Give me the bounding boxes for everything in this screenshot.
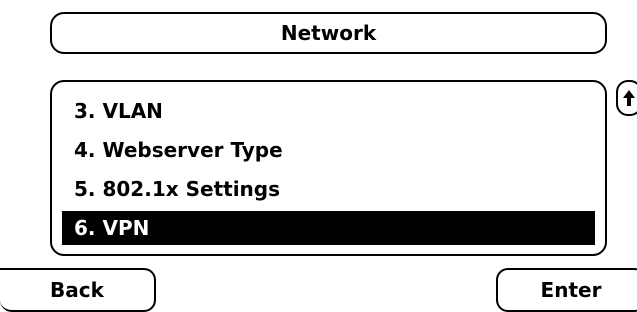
menu-item-label: 5. 802.1x Settings xyxy=(74,177,281,201)
menu-item-label: 3. VLAN xyxy=(74,99,163,123)
arrow-up-icon xyxy=(623,90,635,106)
back-button[interactable]: Back xyxy=(0,268,156,312)
menu-list: 3. VLAN 4. Webserver Type 5. 802.1x Sett… xyxy=(50,80,607,256)
menu-item-8021x-settings[interactable]: 5. 802.1x Settings xyxy=(62,172,595,206)
back-button-label: Back xyxy=(50,278,104,302)
screen-title: Network xyxy=(280,21,377,45)
menu-item-webserver-type[interactable]: 4. Webserver Type xyxy=(62,133,595,167)
menu-item-label: 4. Webserver Type xyxy=(74,138,283,162)
screen-title-box: Network xyxy=(50,12,607,54)
menu-item-vpn[interactable]: 6. VPN xyxy=(62,211,595,245)
enter-button-label: Enter xyxy=(540,278,602,302)
enter-button[interactable]: Enter xyxy=(496,268,637,312)
menu-item-label: 6. VPN xyxy=(74,216,150,240)
menu-item-vlan[interactable]: 3. VLAN xyxy=(62,94,595,128)
scroll-up-button[interactable] xyxy=(616,80,637,116)
